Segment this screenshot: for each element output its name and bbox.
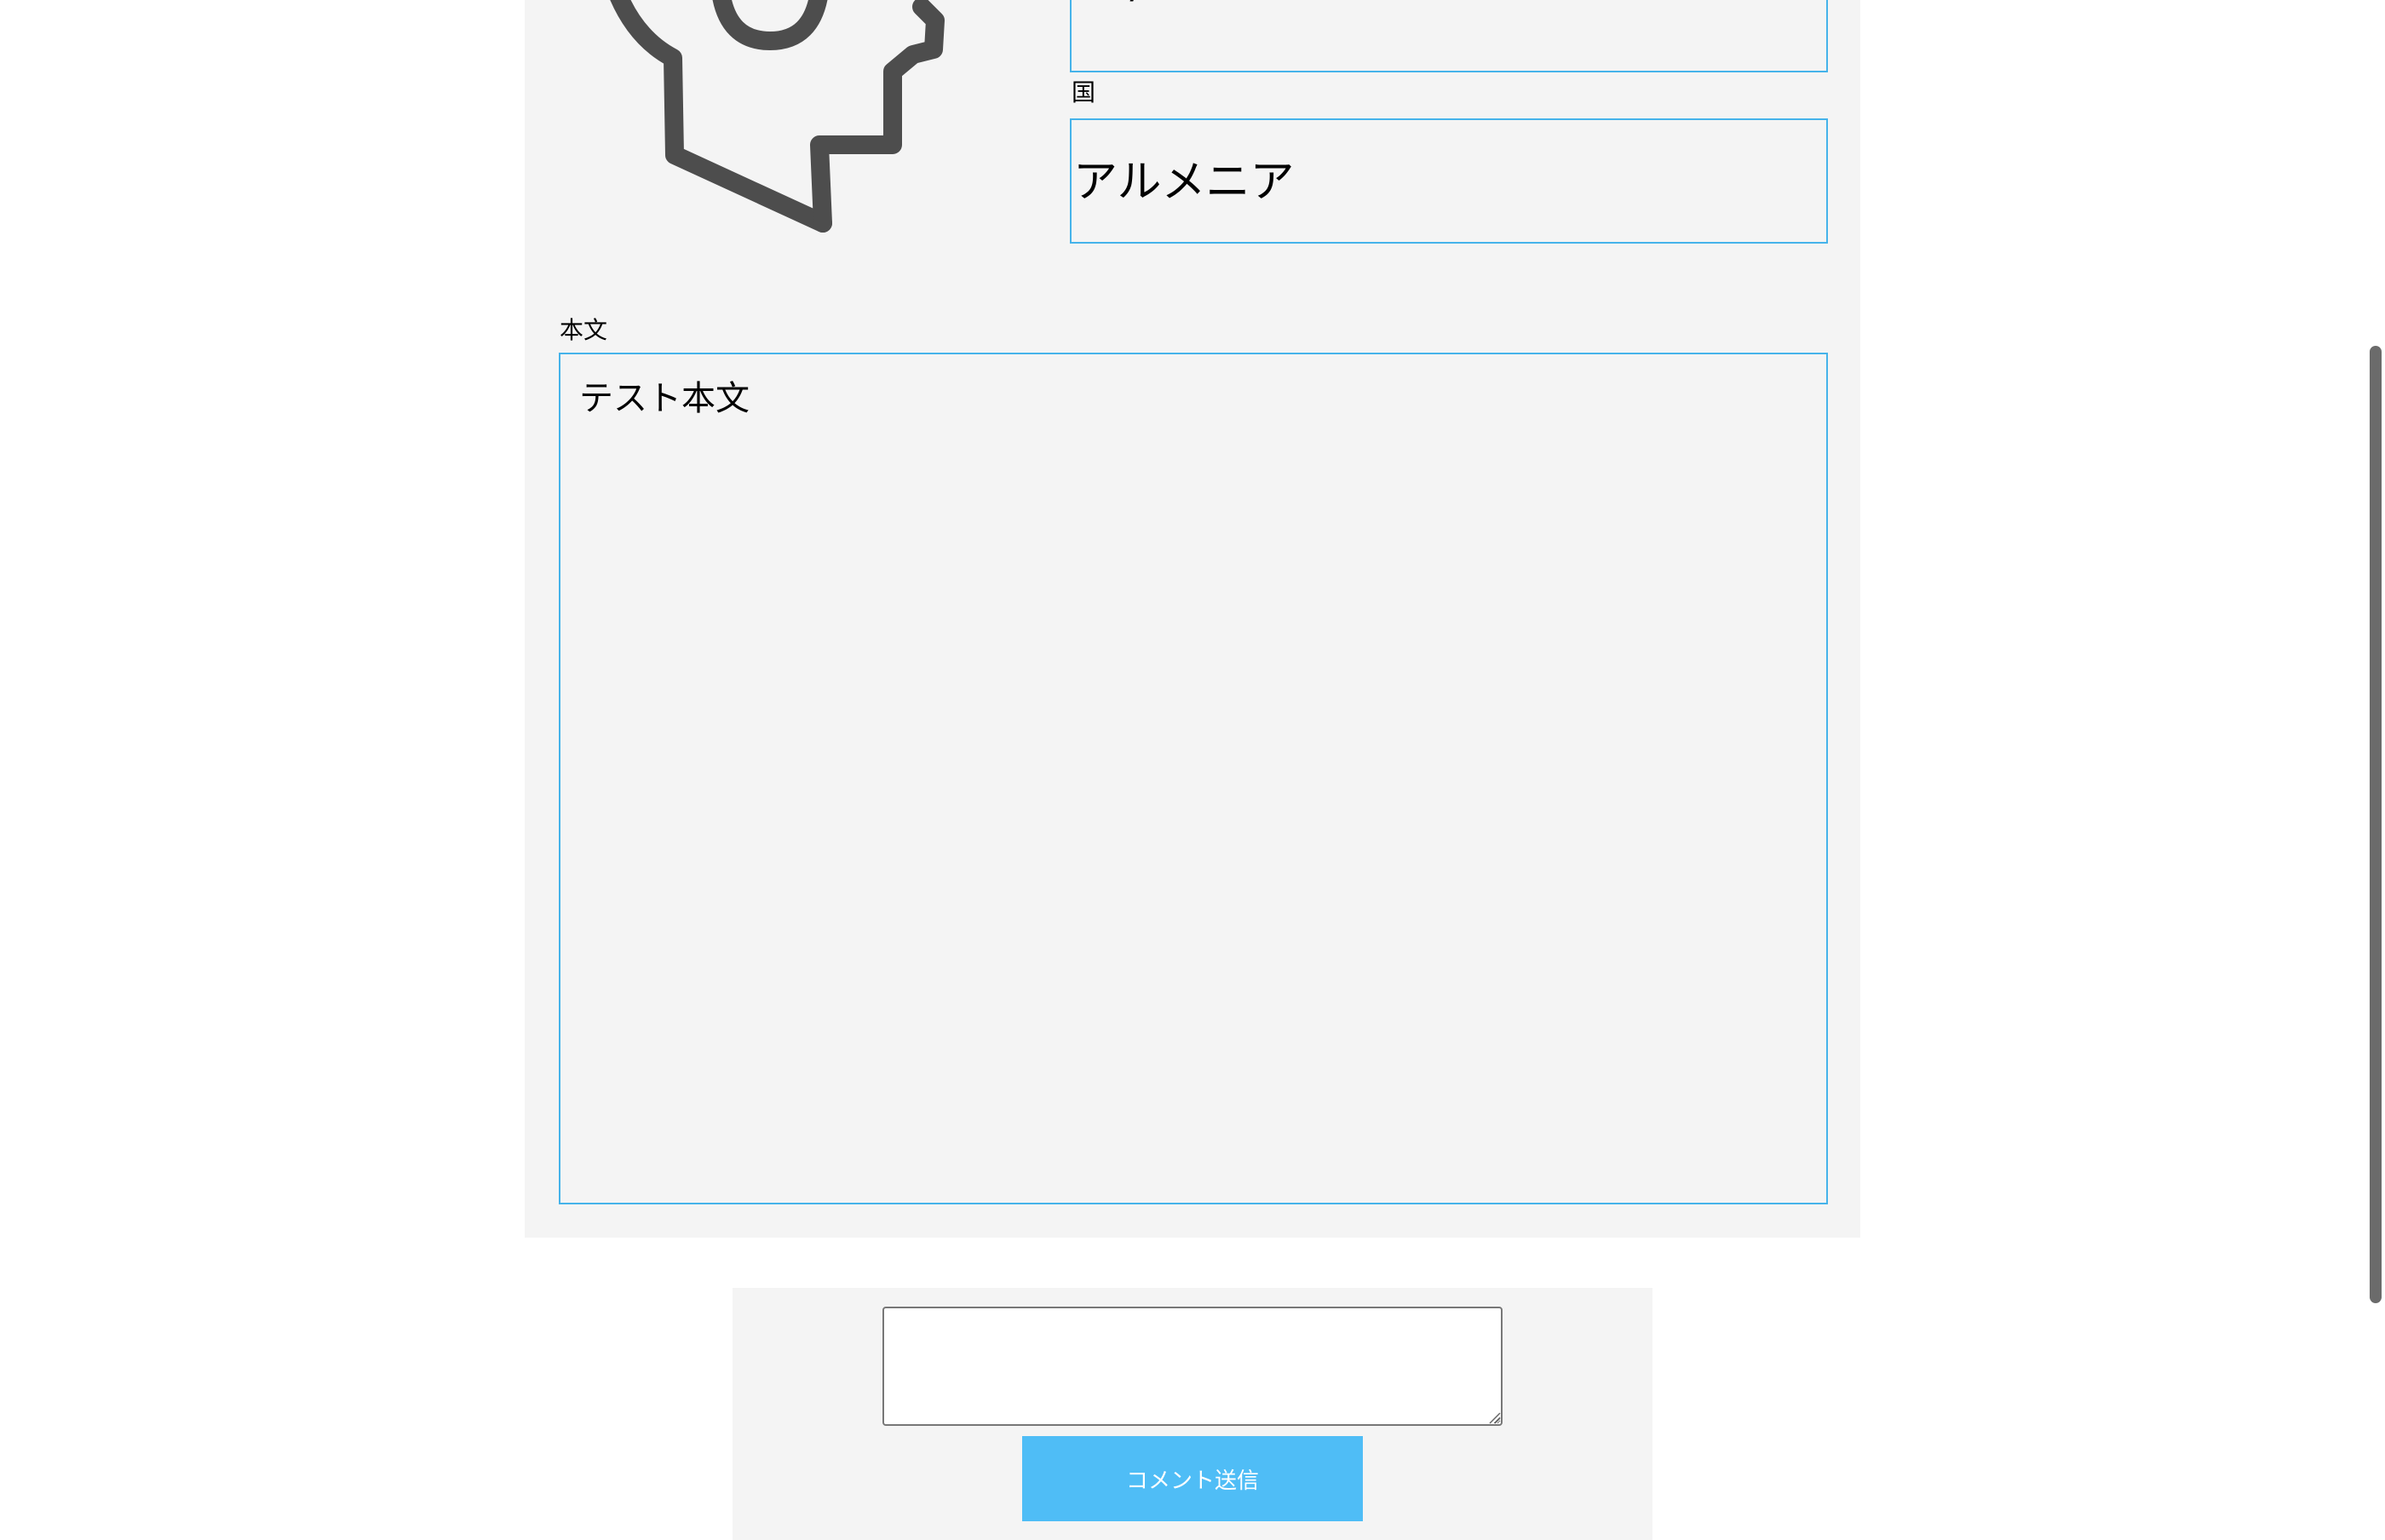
comment-form: コメント送信 (733, 1288, 1652, 1540)
body-label: 本文 (560, 316, 608, 344)
country-field: アルメニア (1070, 118, 1828, 244)
person-head-gear-icon (610, 0, 945, 233)
country-value: アルメニア (1073, 157, 1295, 208)
body-field: テスト本文 (559, 353, 1828, 1204)
genre-value: HR/HM (1073, 0, 1206, 10)
scrollbar-thumb[interactable] (2370, 346, 2382, 1303)
post-detail-panel: HR/HM 国 アルメニア 本文 テスト本文 (525, 0, 1860, 1238)
page: HR/HM 国 アルメニア 本文 テスト本文 コメント送信 (0, 0, 2385, 1540)
comment-input[interactable] (882, 1307, 1503, 1426)
comment-submit-button[interactable]: コメント送信 (1022, 1436, 1363, 1521)
country-label: 国 (1072, 78, 1096, 106)
resize-grip-icon[interactable] (1487, 1411, 1501, 1424)
genre-field: HR/HM (1070, 0, 1828, 72)
avatar (593, 0, 1036, 243)
body-value: テスト本文 (579, 379, 750, 418)
